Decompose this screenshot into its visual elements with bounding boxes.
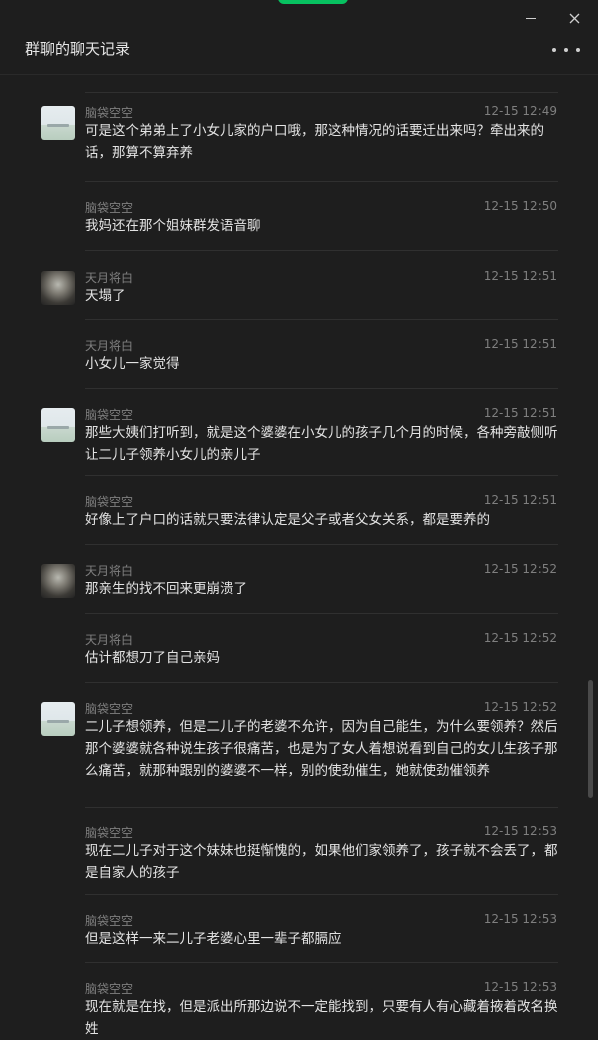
message-text: 那些大姨们打听到，就是这个婆婆在小女儿的孩子几个月的时候，各种旁敲侧听让二儿子领… <box>85 425 558 463</box>
message-text: 我妈还在那个姐妹群发语音聊 <box>85 218 261 234</box>
sender-name: 脑袋空空 <box>85 982 134 996</box>
message-divider <box>85 388 558 389</box>
avatar-image-detail <box>47 124 69 127</box>
message-text: 那亲生的找不回来更崩溃了 <box>85 581 247 597</box>
message-text: 好像上了户口的话就只要法律认定是父子或者父女关系，都是要养的 <box>85 512 490 528</box>
avatar[interactable] <box>41 106 75 140</box>
message-text: 天塌了 <box>85 288 126 304</box>
message-time: 12-15 12:52 <box>483 562 557 576</box>
message-divider <box>85 894 558 895</box>
avatar[interactable] <box>41 271 75 305</box>
message-time: 12-15 12:52 <box>483 700 557 714</box>
title-bar <box>0 0 598 30</box>
avatar-image-detail <box>47 426 69 429</box>
message-time: 12-15 12:53 <box>483 824 557 838</box>
minimize-icon <box>526 17 536 19</box>
sender-name: 脑袋空空 <box>85 106 134 120</box>
message-divider <box>85 92 558 93</box>
sender-name: 脑袋空空 <box>85 201 134 215</box>
message-divider <box>85 613 558 614</box>
message-divider <box>85 962 558 963</box>
message-text: 小女儿一家觉得 <box>85 356 180 372</box>
message-divider <box>85 475 558 476</box>
message-divider <box>85 807 558 808</box>
message-text: 现在二儿子对于这个妹妹也挺惭愧的，如果他们家领养了，孩子就不会丢了，都是自家人的… <box>85 843 558 881</box>
avatar-image-detail <box>47 720 69 723</box>
sender-name: 脑袋空空 <box>85 914 134 928</box>
scrollbar-thumb[interactable] <box>588 680 593 798</box>
page-title: 群聊的聊天记录 <box>25 40 131 58</box>
message-divider <box>85 319 558 320</box>
message-divider <box>85 181 558 182</box>
avatar[interactable] <box>41 408 75 442</box>
sender-name: 天月将白 <box>85 564 134 578</box>
more-options-button[interactable] <box>552 38 580 62</box>
sender-name: 脑袋空空 <box>85 408 134 422</box>
sender-name: 脑袋空空 <box>85 702 134 716</box>
message-list[interactable]: 脑袋空空 12-15 12:49 可是这个弟弟上了小女儿家的户口哦，那这种情况的话要… <box>0 92 598 1040</box>
more-icon-dot <box>576 48 580 52</box>
message-divider <box>85 682 558 683</box>
avatar[interactable] <box>41 564 75 598</box>
sender-name: 脑袋空空 <box>85 826 134 840</box>
sender-name: 天月将白 <box>85 339 134 353</box>
message-text: 但是这样一来二儿子老婆心里一辈子都膈应 <box>85 931 342 947</box>
message-time: 12-15 12:53 <box>483 980 557 994</box>
more-icon <box>552 48 556 52</box>
message-text: 可是这个弟弟上了小女儿家的户口哦，那这种情况的话要迁出来吗？牵出来的话，那算不算… <box>85 123 544 161</box>
sender-name: 脑袋空空 <box>85 495 134 509</box>
header-divider <box>0 74 598 75</box>
sender-name: 天月将白 <box>85 633 134 647</box>
message-time: 12-15 12:52 <box>483 631 557 645</box>
message-time: 12-15 12:49 <box>483 104 557 118</box>
close-button[interactable] <box>562 6 586 30</box>
message-text: 二儿子想领养，但是二儿子的老婆不允许，因为自己能生，为什么要领养？然后那个婆婆就… <box>85 719 558 779</box>
active-indicator <box>278 0 348 4</box>
message-time: 12-15 12:51 <box>483 406 557 420</box>
message-divider <box>85 544 558 545</box>
more-icon-dot <box>564 48 568 52</box>
message-time: 12-15 12:51 <box>483 493 557 507</box>
message-text: 现在就是在找，但是派出所那边说不一定能找到，只要有人有心藏着掖着改名换姓 <box>85 999 558 1037</box>
avatar[interactable] <box>41 702 75 736</box>
message-divider <box>85 250 558 251</box>
message-time: 12-15 12:51 <box>483 269 557 283</box>
chat-header: 群聊的聊天记录 <box>0 30 598 70</box>
message-text: 估计都想刀了自己亲妈 <box>85 650 220 666</box>
sender-name: 天月将白 <box>85 271 134 285</box>
message-time: 12-15 12:50 <box>483 199 557 213</box>
minimize-button[interactable] <box>519 6 543 30</box>
message-time: 12-15 12:53 <box>483 912 557 926</box>
close-icon <box>569 13 579 23</box>
message-time: 12-15 12:51 <box>483 337 557 351</box>
